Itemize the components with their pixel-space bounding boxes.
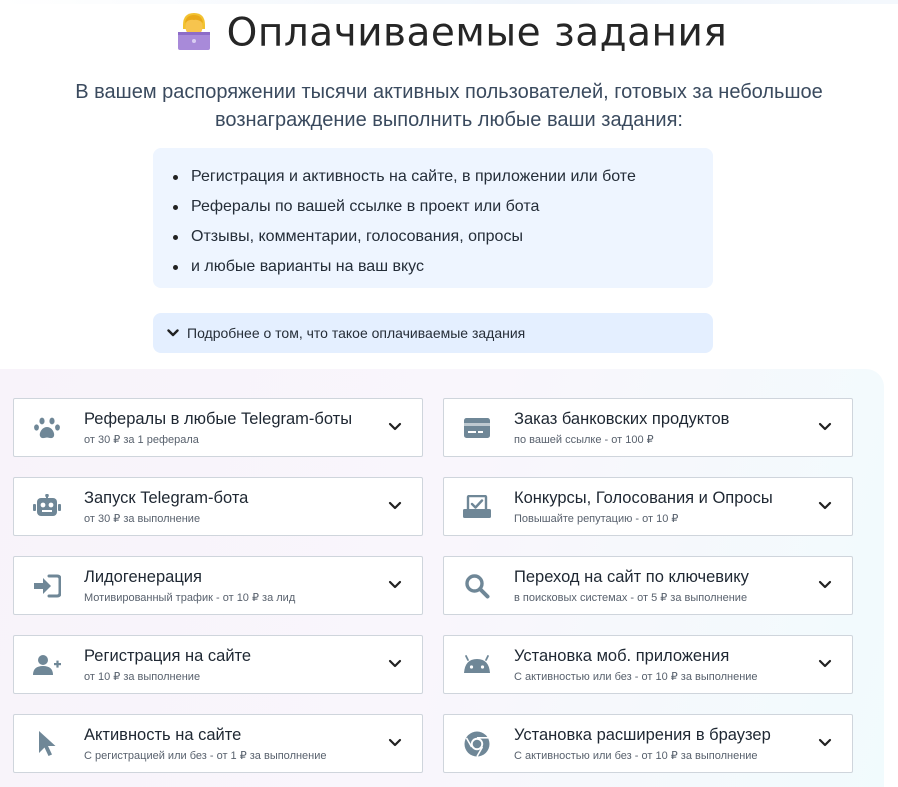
chevron-down-icon (388, 659, 402, 668)
task-card-bank-products[interactable]: Заказ банковских продуктов по вашей ссыл… (443, 398, 853, 457)
technologist-emoji-icon (171, 6, 217, 52)
page-title: Оплачиваемые задания (0, 10, 898, 56)
vote-box-icon (462, 494, 492, 520)
task-card-subtitle: от 30 ₽ за 1 реферала (84, 434, 199, 446)
chevron-down-icon (818, 580, 832, 589)
task-card-title: Переход на сайт по ключевику (514, 568, 749, 586)
task-card-mobile-app-install[interactable]: Установка моб. приложения С активностью … (443, 635, 853, 694)
list-item: Рефералы по вашей ссылке в проект или бо… (173, 192, 713, 222)
credit-card-icon (462, 415, 492, 441)
chevron-down-icon (388, 738, 402, 747)
task-card-browser-extension[interactable]: Установка расширения в браузер С активно… (443, 714, 853, 773)
chevron-down-icon (818, 659, 832, 668)
chevron-down-icon (167, 329, 179, 337)
task-card-title: Регистрация на сайте (84, 647, 252, 665)
task-card-title: Активность на сайте (84, 726, 242, 744)
subtitle-line-1: В вашем распоряжении тысячи активных пол… (75, 81, 823, 103)
paw-icon (32, 415, 62, 441)
chevron-down-icon (818, 738, 832, 747)
task-card-subtitle: от 10 ₽ за выполнение (84, 671, 201, 683)
task-card-subtitle: Повышайте репутацию - от 10 ₽ (514, 513, 679, 525)
android-icon (462, 652, 492, 678)
task-card-subtitle: С активностью или без - от 10 ₽ за выпол… (514, 750, 758, 762)
chevron-down-icon (818, 501, 832, 510)
task-card-subtitle: С активностью или без - от 10 ₽ за выпол… (514, 671, 758, 683)
task-card-telegram-referrals[interactable]: Рефералы в любые Telegram-боты от 30 ₽ з… (13, 398, 423, 457)
more-info-toggle[interactable]: Подробнее о том, что такое оплачиваемые … (153, 313, 713, 353)
features-list: Регистрация и активность на сайте, в при… (153, 148, 713, 288)
chevron-down-icon (818, 422, 832, 431)
cursor-icon (32, 731, 62, 757)
task-card-title: Установка расширения в браузер (514, 726, 771, 744)
chevron-down-icon (388, 422, 402, 431)
task-card-subtitle: С регистрацией или без - от 1 ₽ за выпол… (84, 750, 327, 762)
sign-in-icon (32, 573, 62, 599)
title-text: Оплачиваемые задания (226, 10, 728, 56)
list-item: Регистрация и активность на сайте, в при… (173, 162, 713, 192)
task-card-subtitle: по вашей ссылке - от 100 ₽ (514, 434, 654, 446)
subtitle-line-2: вознаграждение выполнить любые ваши зада… (215, 109, 683, 131)
search-icon (462, 573, 492, 599)
top-band (0, 0, 898, 4)
task-card-title: Запуск Telegram-бота (84, 489, 249, 507)
task-card-title: Рефералы в любые Telegram-боты (84, 410, 353, 428)
task-card-title: Установка моб. приложения (514, 647, 730, 665)
chevron-down-icon (388, 580, 402, 589)
task-card-lead-generation[interactable]: Лидогенерация Мотивированный трафик - от… (13, 556, 423, 615)
task-card-subtitle: от 30 ₽ за выполнение (84, 513, 201, 525)
subtitle: В вашем распоряжении тысячи активных пол… (20, 78, 878, 134)
chrome-icon (462, 731, 492, 757)
task-card-subtitle: Мотивированный трафик - от 10 ₽ за лид (84, 592, 296, 604)
task-card-keyword-visit[interactable]: Переход на сайт по ключевику в поисковых… (443, 556, 853, 615)
chevron-down-icon (388, 501, 402, 510)
task-card-subtitle: в поисковых системах - от 5 ₽ за выполне… (514, 592, 748, 604)
task-card-contests-polls[interactable]: Конкурсы, Голосования и Опросы Повышайте… (443, 477, 853, 536)
list-item: и любые варианты на ваш вкус (173, 252, 713, 282)
user-plus-icon (32, 652, 62, 678)
task-card-site-registration[interactable]: Регистрация на сайте от 10 ₽ за выполнен… (13, 635, 423, 694)
list-item: Отзывы, комментарии, голосования, опросы (173, 222, 713, 252)
task-card-site-activity[interactable]: Активность на сайте С регистрацией или б… (13, 714, 423, 773)
task-card-title: Лидогенерация (84, 568, 202, 586)
task-card-bot-launch[interactable]: Запуск Telegram-бота от 30 ₽ за выполнен… (13, 477, 423, 536)
task-card-title: Заказ банковских продуктов (514, 410, 730, 428)
task-card-title: Конкурсы, Голосования и Опросы (514, 489, 773, 507)
robot-icon (32, 494, 62, 520)
more-info-label: Подробнее о том, что такое оплачиваемые … (187, 325, 526, 341)
